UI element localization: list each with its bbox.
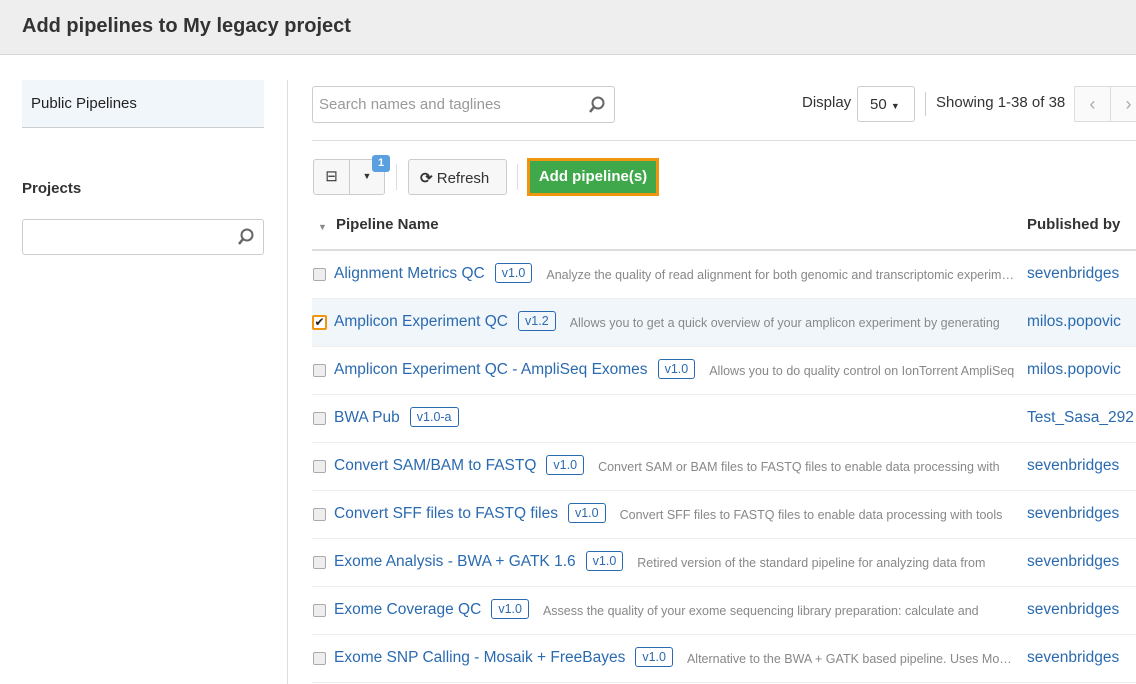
chevron-left-icon: ‹	[1089, 94, 1096, 114]
version-badge: v1.0	[657, 359, 696, 379]
pipeline-name-link[interactable]: Amplicon Experiment QC	[334, 313, 508, 331]
pipeline-name-link[interactable]: Exome SNP Calling - Mosaik + FreeBayes	[334, 649, 625, 667]
pipeline-name-link[interactable]: Convert SAM/BAM to FASTQ	[334, 457, 536, 475]
row-checkbox[interactable]	[313, 652, 326, 665]
pipeline-search-input[interactable]	[313, 87, 573, 122]
search-icon	[237, 228, 255, 251]
pagination-status: Showing 1-38 of 38	[936, 94, 1066, 111]
version-badge: v1.2	[518, 311, 556, 331]
publisher-link[interactable]: Test_Sasa_292	[1027, 409, 1136, 427]
refresh-button[interactable]: ⟳ Refresh	[408, 159, 507, 195]
pipeline-name-link[interactable]: Exome Coverage QC	[334, 601, 481, 619]
projects-label: Projects	[22, 180, 82, 197]
table-row[interactable]: Exome Coverage QC v1.0 Assess the quality …	[312, 587, 1136, 635]
version-badge: v1.0	[585, 551, 624, 571]
caret-down-icon: ▼	[362, 171, 372, 181]
display-count-select[interactable]: 50 ▼	[857, 86, 915, 122]
publisher-link[interactable]: sevenbridges	[1027, 505, 1136, 523]
table-row[interactable]: ✔ Amplicon Experiment QC v1.2 Allows you to…	[312, 299, 1136, 347]
page-header: Add pipelines to My legacy project	[0, 0, 1136, 55]
refresh-label: Refresh	[436, 170, 490, 187]
minus-square-icon: ⊟	[325, 168, 338, 185]
publisher-link[interactable]: sevenbridges	[1027, 457, 1136, 475]
table-row[interactable]: Convert SAM/BAM to FASTQ v1.0 Convert SAM …	[312, 443, 1136, 491]
pipeline-description: Allows you to get a quick overview of yo…	[569, 316, 1000, 330]
divider	[396, 164, 397, 190]
pipeline-description: Retired version of the standard pipeline…	[637, 556, 986, 570]
publisher-link[interactable]: milos.popovic	[1027, 361, 1136, 379]
publisher-link[interactable]: sevenbridges	[1027, 601, 1136, 619]
version-badge: v1.0-a	[409, 407, 459, 427]
add-pipelines-button[interactable]: Add pipeline(s)	[527, 158, 659, 196]
pipeline-description: Alternative to the BWA + GATK based pipe…	[686, 652, 1017, 666]
divider	[287, 80, 288, 684]
row-checkbox[interactable]	[313, 412, 326, 425]
caret-down-icon: ▼	[890, 101, 900, 111]
pipeline-search[interactable]	[312, 86, 615, 123]
sidebar-item-public-pipelines[interactable]: Public Pipelines	[22, 80, 264, 128]
version-badge: v1.0	[491, 599, 529, 619]
pipeline-name-link[interactable]: BWA Pub	[334, 409, 400, 427]
row-checkbox[interactable]	[313, 364, 326, 377]
divider	[925, 92, 926, 116]
publisher-link[interactable]: milos.popovic	[1027, 313, 1136, 331]
divider	[312, 140, 1136, 141]
pipeline-name-link[interactable]: Exome Analysis - BWA + GATK 1.6	[334, 553, 576, 571]
row-checkbox[interactable]	[313, 556, 326, 569]
page-title: Add pipelines to My legacy project	[22, 15, 351, 37]
row-checkbox[interactable]	[313, 460, 326, 473]
selected-count-badge: 1	[372, 155, 390, 172]
row-checkbox[interactable]	[313, 268, 326, 281]
version-badge: v1.0	[635, 647, 673, 667]
table-row[interactable]: Amplicon Experiment QC - AmpliSeq Exomes…	[312, 347, 1136, 395]
pipeline-name-link[interactable]: Alignment Metrics QC	[334, 265, 485, 283]
sort-caret-icon[interactable]: ▼	[318, 222, 327, 232]
version-badge: v1.0	[567, 503, 606, 523]
publisher-link[interactable]: sevenbridges	[1027, 265, 1136, 283]
table-row[interactable]: Exome Analysis - BWA + GATK 1.6 v1.0 Retir…	[312, 539, 1136, 587]
divider	[517, 164, 518, 190]
table-row[interactable]: Convert SFF files to FASTQ files v1.0 Conv…	[312, 491, 1136, 539]
table-row[interactable]: Exome SNP Calling - Mosaik + FreeBayes v1…	[312, 635, 1136, 683]
prev-page-button[interactable]: ‹	[1074, 86, 1111, 122]
row-checkbox[interactable]: ✔	[312, 315, 327, 330]
row-checkbox[interactable]	[313, 508, 326, 521]
publisher-link[interactable]: sevenbridges	[1027, 553, 1136, 571]
pipeline-description: Analyze the quality of read alignment fo…	[546, 268, 1018, 282]
row-checkbox[interactable]	[313, 604, 326, 617]
pipeline-description: Assess the quality of your exome sequenc…	[542, 604, 979, 618]
pipeline-description: Convert SAM or BAM files to FASTQ files …	[598, 460, 1000, 474]
pipeline-name-link[interactable]: Amplicon Experiment QC - AmpliSeq Exomes	[334, 361, 648, 379]
display-label: Display	[802, 94, 852, 111]
table-row[interactable]: Alignment Metrics QC v1.0 Analyze the qual…	[312, 251, 1136, 299]
table-row[interactable]: BWA Pub v1.0-a Test_Sasa_292	[312, 395, 1136, 443]
version-badge: v1.0	[546, 455, 585, 475]
projects-search-input[interactable]	[22, 219, 264, 255]
pipeline-name-link[interactable]: Convert SFF files to FASTQ files	[334, 505, 558, 523]
pipeline-description: Convert SFF files to FASTQ files to enab…	[619, 508, 1003, 522]
pipeline-description: Allows you to do quality control on IonT…	[709, 364, 1015, 378]
publisher-link[interactable]: sevenbridges	[1027, 649, 1136, 667]
next-page-button[interactable]: ›	[1110, 86, 1136, 122]
refresh-icon: ⟳	[420, 170, 433, 187]
select-all-checkbox-button[interactable]: ⊟	[313, 159, 350, 195]
display-value: 50	[870, 96, 887, 113]
search-icon	[588, 96, 606, 119]
version-badge: v1.0	[494, 263, 533, 283]
column-published-by[interactable]: Published by	[1027, 216, 1120, 233]
chevron-right-icon: ›	[1125, 94, 1132, 114]
column-pipeline-name[interactable]: Pipeline Name	[336, 216, 439, 233]
